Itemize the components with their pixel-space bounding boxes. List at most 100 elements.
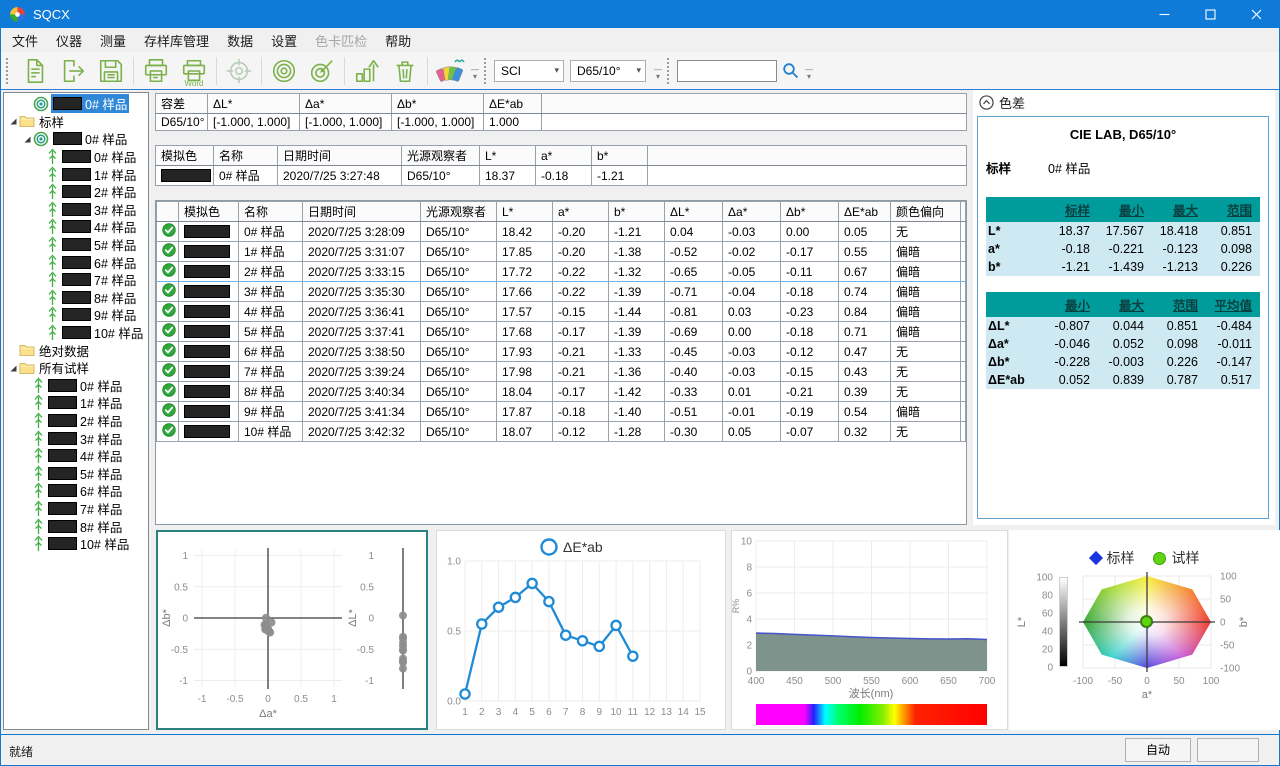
- save-button[interactable]: [92, 53, 130, 89]
- sample-row[interactable]: 3# 样品2020/7/25 3:35:30D65/10°17.66-0.22-…: [157, 282, 966, 302]
- sample-row[interactable]: 8# 样品2020/7/25 3:40:34D65/10°18.04-0.17-…: [157, 382, 966, 402]
- measure-standard-button[interactable]: [265, 53, 303, 89]
- tree-item[interactable]: 4# 样品: [4, 218, 148, 236]
- sample-row[interactable]: 0# 样品2020/7/25 3:28:09D65/10°18.42-0.20-…: [157, 222, 966, 242]
- menu-item-2[interactable]: 测量: [91, 28, 135, 53]
- sample-row[interactable]: 6# 样品2020/7/25 3:38:50D65/10°17.93-0.21-…: [157, 342, 966, 362]
- tree-item[interactable]: 10# 样品: [4, 535, 148, 553]
- gamut-legend: 标样试样: [1009, 548, 1280, 568]
- print-word-button[interactable]: Word: [175, 53, 213, 89]
- sample-row[interactable]: 7# 样品2020/7/25 3:39:24D65/10°17.98-0.21-…: [157, 362, 966, 382]
- color-card-button[interactable]: [431, 53, 469, 89]
- print-button[interactable]: [137, 53, 175, 89]
- sample-row[interactable]: 9# 样品2020/7/25 3:41:34D65/10°17.87-0.18-…: [157, 402, 966, 422]
- toolbar-overflow-icon[interactable]: —▾: [803, 58, 815, 84]
- tree-item[interactable]: 1# 样品: [4, 394, 148, 412]
- stats-row: Δa*-0.0460.0520.098-0.011: [986, 335, 1260, 353]
- menu-item-5[interactable]: 设置: [262, 28, 306, 53]
- minimize-button[interactable]: [1141, 0, 1187, 28]
- tree-item[interactable]: 0# 样品: [4, 95, 148, 113]
- expander-icon[interactable]: [6, 363, 19, 373]
- menu-item-6[interactable]: 色卡匹检: [306, 28, 376, 53]
- tree-item[interactable]: 8# 样品: [4, 289, 148, 307]
- sample-row[interactable]: 10# 样品2020/7/25 3:42:32D65/10°18.07-0.12…: [157, 422, 966, 442]
- tree-item[interactable]: 2# 样品: [4, 412, 148, 430]
- tree-item[interactable]: 3# 样品: [4, 201, 148, 219]
- menu-item-1[interactable]: 仪器: [47, 28, 91, 53]
- tree-item[interactable]: 7# 样品: [4, 271, 148, 289]
- tree-item[interactable]: 10# 样品: [4, 324, 148, 342]
- svg-text:0: 0: [1047, 663, 1053, 674]
- tree-item[interactable]: 6# 样品: [4, 253, 148, 271]
- search-button[interactable]: [777, 58, 803, 84]
- tree-item[interactable]: 5# 样品: [4, 236, 148, 254]
- tree-item[interactable]: 2# 样品: [4, 183, 148, 201]
- expander-icon[interactable]: [20, 134, 33, 144]
- tree-item[interactable]: 0# 样品: [4, 377, 148, 395]
- sci-select[interactable]: SCI ▾: [494, 60, 564, 82]
- sample-table: 模拟色名称日期时间光源观察者L*a*b*ΔL*Δa*Δb*ΔE*ab颜色偏向0#…: [155, 200, 967, 525]
- sample-icon: [33, 518, 44, 535]
- tree-item[interactable]: 5# 样品: [4, 464, 148, 482]
- export-button[interactable]: [54, 53, 92, 89]
- chart-button[interactable]: [348, 53, 386, 89]
- menu-item-0[interactable]: 文件: [3, 28, 47, 53]
- calibrate-button[interactable]: [220, 53, 258, 89]
- color-swatch: [48, 379, 77, 392]
- tree-item[interactable]: 绝对数据: [4, 341, 148, 359]
- svg-text:-0.5: -0.5: [171, 645, 189, 656]
- status-text: 就绪: [9, 743, 33, 760]
- new-document-button[interactable]: [16, 53, 54, 89]
- sample-row[interactable]: 2# 样品2020/7/25 3:33:15D65/10°17.72-0.22-…: [157, 262, 966, 282]
- menu-item-4[interactable]: 数据: [218, 28, 262, 53]
- expander-icon[interactable]: [6, 116, 19, 126]
- stats-row: L*18.3717.56718.4180.851: [986, 222, 1260, 240]
- tolerance-row[interactable]: D65/10°[-1.000, 1.000][-1.000, 1.000][-1…: [156, 114, 967, 131]
- tree-item[interactable]: 标样: [4, 113, 148, 131]
- maximize-button[interactable]: [1187, 0, 1233, 28]
- sample-icon: [47, 148, 58, 165]
- tree-item[interactable]: 7# 样品: [4, 500, 148, 518]
- toolbar-overflow-icon[interactable]: —▾: [469, 58, 481, 84]
- auto-button[interactable]: 自动: [1125, 738, 1191, 762]
- toolbar-drag-handle[interactable]: [6, 58, 12, 84]
- svg-text:-1: -1: [365, 676, 374, 687]
- menu-item-3[interactable]: 存样库管理: [135, 28, 218, 53]
- tree-item[interactable]: 1# 样品: [4, 165, 148, 183]
- tree-item[interactable]: 6# 样品: [4, 482, 148, 500]
- svg-text:50: 50: [1173, 676, 1185, 687]
- svg-text:1: 1: [331, 694, 337, 705]
- sample-icon: [33, 430, 44, 447]
- toolbar-overflow-icon[interactable]: —▾: [652, 58, 664, 84]
- tree-item[interactable]: 0# 样品: [4, 130, 148, 148]
- tree-item[interactable]: 8# 样品: [4, 517, 148, 535]
- search-input[interactable]: [677, 60, 777, 82]
- svg-text:0: 0: [368, 614, 374, 625]
- sample-row[interactable]: 1# 样品2020/7/25 3:31:07D65/10°17.85-0.20-…: [157, 242, 966, 262]
- tree-item[interactable]: 4# 样品: [4, 447, 148, 465]
- menu-item-7[interactable]: 帮助: [376, 28, 420, 53]
- toolbar-drag-handle[interactable]: [667, 58, 673, 84]
- svg-text:2: 2: [479, 707, 485, 718]
- svg-text:-1: -1: [198, 694, 207, 705]
- delete-button[interactable]: [386, 53, 424, 89]
- tree-item-label: 4# 样品: [80, 446, 122, 465]
- tree-item[interactable]: 3# 样品: [4, 429, 148, 447]
- svg-text:13: 13: [661, 707, 673, 718]
- tree-item[interactable]: 0# 样品: [4, 148, 148, 166]
- menu-bar: 文件仪器测量存样库管理数据设置色卡匹检帮助: [1, 28, 1279, 52]
- illuminant-select[interactable]: D65/10° ▾: [570, 60, 646, 82]
- sample-row[interactable]: 4# 样品2020/7/25 3:36:41D65/10°17.57-0.15-…: [157, 302, 966, 322]
- svg-text:12: 12: [644, 707, 656, 718]
- tree-item[interactable]: 所有试样: [4, 359, 148, 377]
- svg-text:0: 0: [182, 614, 188, 625]
- color-swatch: [184, 405, 230, 418]
- measure-sample-button[interactable]: [303, 53, 341, 89]
- stats-row: b*-1.21-1.439-1.2130.226: [986, 258, 1260, 276]
- collapse-panel-icon[interactable]: [979, 95, 994, 110]
- standard-row[interactable]: 0# 样品2020/7/25 3:27:48D65/10°18.37-0.18-…: [156, 166, 967, 186]
- toolbar-drag-handle[interactable]: [484, 58, 490, 84]
- sample-row[interactable]: 5# 样品2020/7/25 3:37:41D65/10°17.68-0.17-…: [157, 322, 966, 342]
- close-button[interactable]: [1233, 0, 1279, 28]
- tree-item[interactable]: 9# 样品: [4, 306, 148, 324]
